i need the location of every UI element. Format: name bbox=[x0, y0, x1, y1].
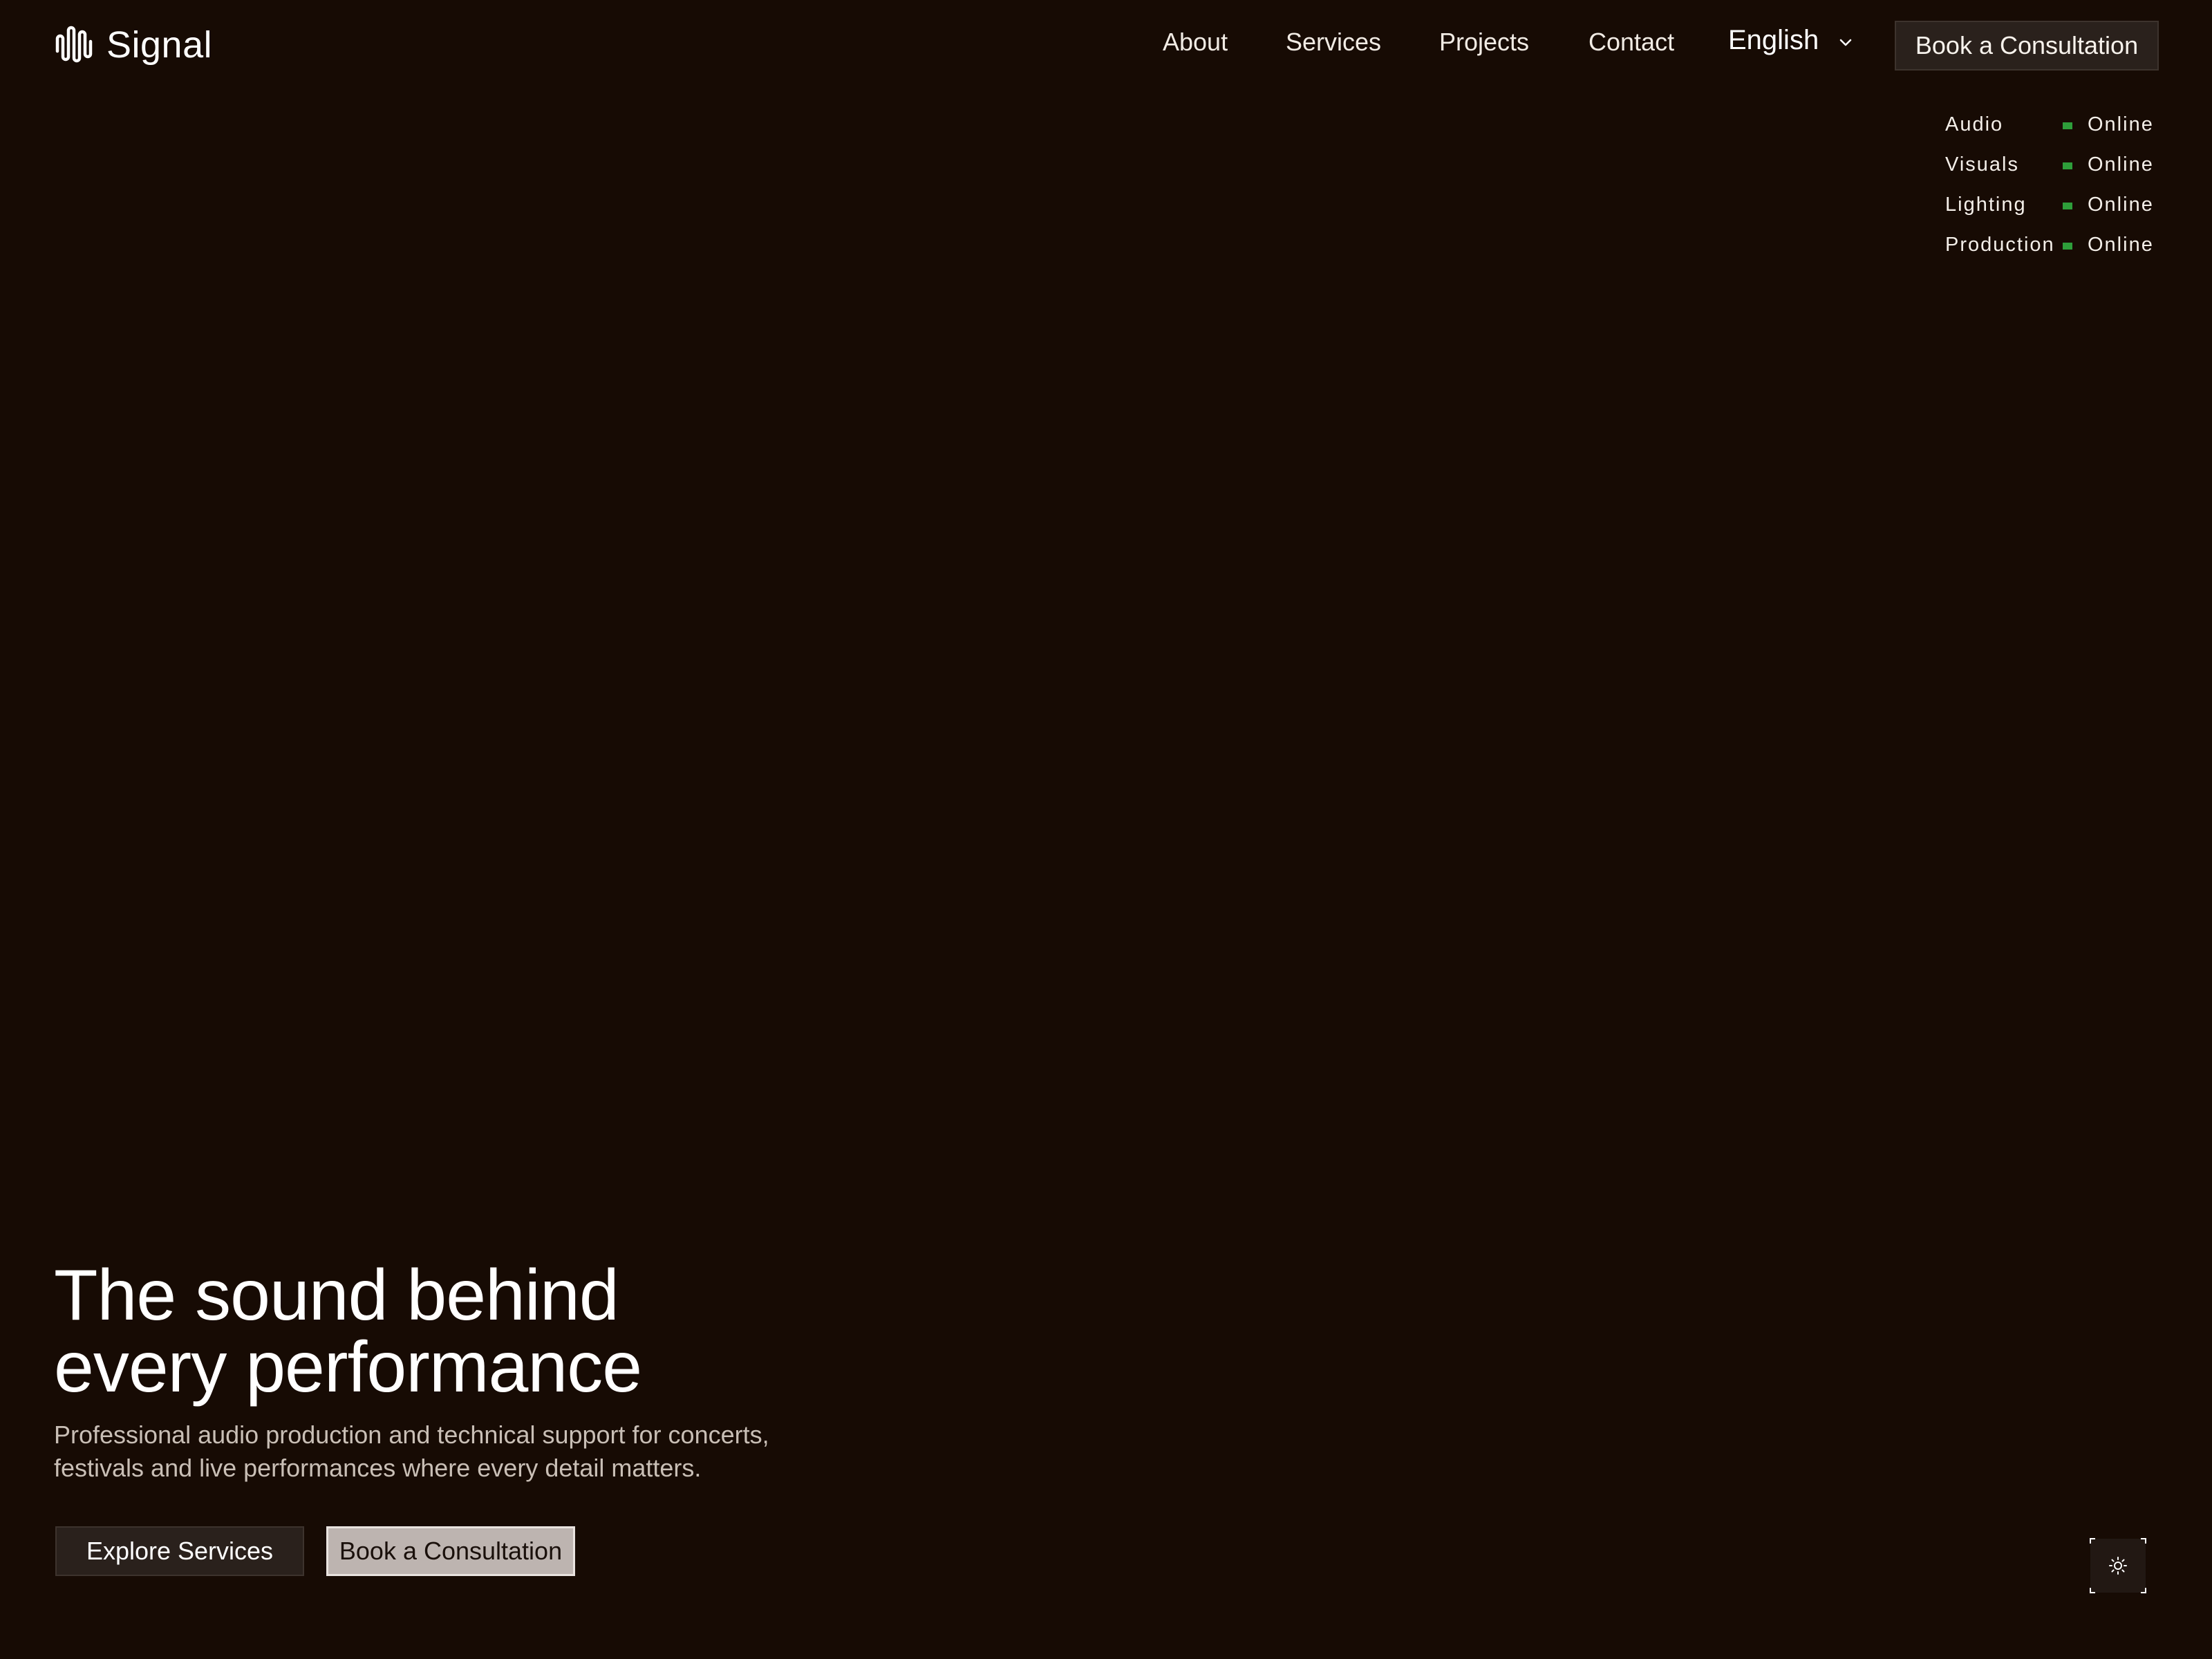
status-name: Production bbox=[1945, 234, 2055, 256]
status-indicator bbox=[2063, 203, 2072, 209]
nav-contact[interactable]: Contact bbox=[1588, 28, 1674, 57]
chevron-down-icon bbox=[1839, 39, 1852, 46]
hero-section: The sound behind every performance Profe… bbox=[54, 1259, 953, 1576]
status-indicator bbox=[2063, 243, 2072, 250]
hero-buttons: Explore Services Book a Consultation bbox=[55, 1526, 575, 1576]
status-value: Online bbox=[2088, 153, 2154, 176]
hero-title-line: The sound behind bbox=[54, 1255, 619, 1335]
status-name: Audio bbox=[1945, 113, 2004, 135]
corner-marker bbox=[2090, 1538, 2095, 1544]
language-label: English bbox=[1728, 25, 1819, 55]
book-consultation-button-header[interactable]: Book a Consultation bbox=[1895, 21, 2159, 71]
hero-title: The sound behind every performance bbox=[54, 1259, 953, 1403]
page: Signal About Services Projects Contact E… bbox=[0, 0, 2212, 1659]
logo-link[interactable]: Signal bbox=[54, 24, 212, 66]
hero-subtitle: Professional audio production and techni… bbox=[54, 1418, 870, 1485]
status-row-visuals: Visuals Online bbox=[1945, 151, 2159, 191]
sun-icon bbox=[2109, 1557, 2127, 1575]
site-header: Signal About Services Projects Contact E… bbox=[0, 0, 2212, 90]
theme-toggle-button[interactable] bbox=[2090, 1538, 2146, 1593]
nav-projects[interactable]: Projects bbox=[1439, 28, 1529, 57]
hero-subtitle-line: festivals and live performances where ev… bbox=[54, 1454, 702, 1482]
status-name: Visuals bbox=[1945, 153, 2019, 176]
nav-services[interactable]: Services bbox=[1286, 28, 1381, 57]
corner-marker bbox=[2141, 1538, 2146, 1544]
corner-marker bbox=[2090, 1588, 2095, 1593]
hero-subtitle-line: Professional audio production and techni… bbox=[54, 1421, 769, 1449]
status-value: Online bbox=[2088, 194, 2154, 216]
language-selector[interactable]: English bbox=[1728, 25, 1855, 56]
status-value: Online bbox=[2088, 113, 2154, 135]
status-panel: Audio Online Visuals Online Lighting Onl… bbox=[1945, 111, 2159, 271]
status-row-production: Production Online bbox=[1945, 231, 2159, 271]
status-value: Online bbox=[2088, 234, 2154, 256]
logo-text: Signal bbox=[106, 24, 213, 66]
status-row-lighting: Lighting Online bbox=[1945, 191, 2159, 231]
nav-about[interactable]: About bbox=[1163, 28, 1228, 57]
status-row-audio: Audio Online bbox=[1945, 111, 2159, 151]
hero-title-line: every performance bbox=[54, 1327, 642, 1407]
status-name: Lighting bbox=[1945, 194, 2027, 216]
status-indicator bbox=[2063, 122, 2072, 129]
explore-services-button[interactable]: Explore Services bbox=[55, 1526, 304, 1576]
corner-marker bbox=[2141, 1588, 2146, 1593]
book-consultation-button[interactable]: Book a Consultation bbox=[326, 1526, 575, 1576]
waveform-icon bbox=[55, 26, 93, 63]
status-indicator bbox=[2063, 162, 2072, 169]
